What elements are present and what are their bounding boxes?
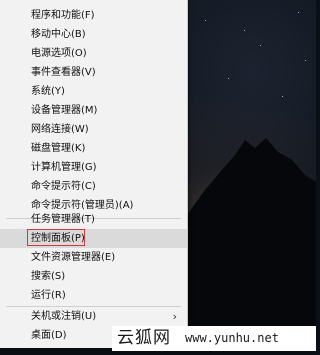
menu-item-event-viewer[interactable]: 事件查看器(V): [0, 63, 187, 82]
menu-item-label: 任务管理器(T): [31, 214, 95, 225]
menu-item-label: 磁盘管理(K): [31, 143, 86, 154]
menu-item-label: 桌面(D): [31, 330, 67, 341]
highlight-annotation-box: [27, 229, 85, 246]
menu-item-label: 系统(Y): [31, 86, 65, 97]
menu-item-label: 设备管理器(M): [31, 105, 98, 116]
menu-item-label: 移动中心(B): [31, 29, 86, 40]
menu-item-label: 文件资源管理器(E): [31, 252, 116, 263]
menu-item-computer-management[interactable]: 计算机管理(G): [0, 158, 187, 177]
menu-item-label: 网络连接(W): [31, 124, 89, 135]
menu-item-command-prompt[interactable]: 命令提示符(C): [0, 177, 187, 196]
menu-item-label: 运行(R): [31, 290, 66, 301]
menu-item-mobility-center[interactable]: 移动中心(B): [0, 25, 187, 44]
menu-item-run[interactable]: 运行(R): [0, 286, 187, 305]
site-watermark: 云狐网 www.yunhu.net: [112, 326, 316, 351]
chevron-right-icon: ›: [172, 310, 177, 323]
menu-item-system[interactable]: 系统(Y): [0, 82, 187, 101]
star: [244, 30, 245, 31]
menu-item-label: 搜索(S): [31, 271, 66, 282]
menu-item-file-explorer[interactable]: 文件资源管理器(E): [0, 248, 187, 267]
watermark-url: www.yunhu.net: [185, 331, 279, 345]
menu-item-label: 事件查看器(V): [31, 67, 96, 78]
menu-item-label: 命令提示符(C): [31, 181, 96, 192]
star: [228, 78, 229, 79]
star: [305, 60, 306, 61]
menu-item-disk-management[interactable]: 磁盘管理(K): [0, 139, 187, 158]
watermark-site-name: 云狐网: [117, 328, 171, 348]
menu-item-power-options[interactable]: 电源选项(O): [0, 44, 187, 63]
menu-item-task-manager[interactable]: 任务管理器(T): [0, 210, 187, 229]
star: [205, 20, 206, 21]
star: [298, 12, 299, 13]
menu-item-label: 程序和功能(F): [31, 10, 95, 21]
quick-link-context-menu: 程序和功能(F) 移动中心(B) 电源选项(O) 事件查看器(V) 系统(Y) …: [0, 0, 188, 349]
menu-item-programs-features[interactable]: 程序和功能(F): [0, 6, 187, 25]
menu-item-network-connections[interactable]: 网络连接(W): [0, 120, 187, 139]
menu-item-label: 电源选项(O): [31, 48, 87, 59]
menu-item-device-manager[interactable]: 设备管理器(M): [0, 101, 187, 120]
star: [282, 96, 283, 97]
menu-item-label: 计算机管理(G): [31, 162, 97, 173]
star: [260, 45, 261, 46]
menu-item-label: 关机或注销(U): [31, 311, 97, 322]
menu-item-shutdown-signout[interactable]: 关机或注销(U) ›: [0, 307, 187, 326]
menu-item-search[interactable]: 搜索(S): [0, 267, 187, 286]
